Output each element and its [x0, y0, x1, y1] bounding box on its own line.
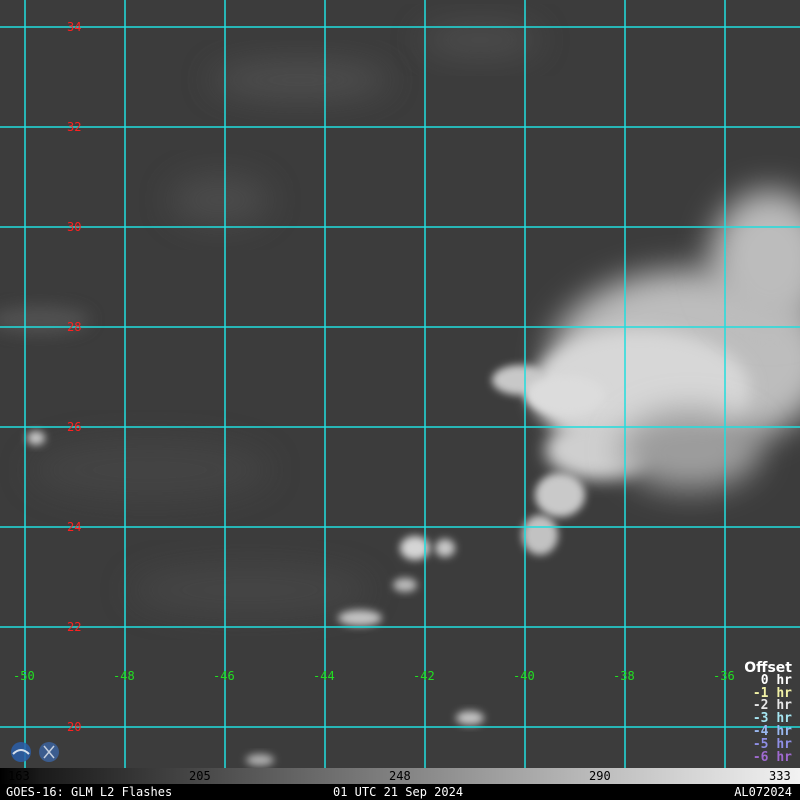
colorbar-tick: 163: [8, 769, 30, 783]
storm-id: AL072024: [734, 785, 792, 799]
latitude-label: 32: [67, 120, 81, 134]
satellite-viewer: 34 32 30 28 26 24 22 20 -50 -48 -46 -44 -42 -40 -38 -3…: [0, 0, 800, 800]
noaa-logo-icon: [11, 742, 59, 762]
colorbar-tick: 333: [769, 769, 791, 783]
product-name: GOES-16: GLM L2 Flashes: [6, 785, 173, 799]
latitude-label: 20: [67, 720, 81, 734]
colorbar-tick: 290: [589, 769, 611, 783]
latitude-label: 34: [67, 20, 81, 34]
status-bar: GOES-16: GLM L2 Flashes 01 UTC 21 Sep 20…: [0, 784, 800, 800]
offset-legend: Offset 0 hr -1 hr -2 hr -3 hr -4 hr -5 hr -6 h…: [744, 661, 792, 765]
colorbar-tick: 205: [189, 769, 211, 783]
satellite-map[interactable]: 34 32 30 28 26 24 22 20 -50 -48 -46 -44 -42 -40 -38 -3…: [0, 0, 800, 768]
latitude-label: 22: [67, 620, 81, 634]
latitude-label: 24: [67, 520, 81, 534]
colorbar-tick: 248: [389, 769, 411, 783]
longitude-label: -46: [213, 669, 235, 683]
brightness-temperature-colorbar: 163 205 248 290 333: [0, 768, 800, 784]
latitude-label: 26: [67, 420, 81, 434]
longitude-label: -50: [13, 669, 35, 683]
legend-item: -6 hr: [752, 749, 792, 765]
longitude-label: -38: [613, 669, 635, 683]
latitude-label: 30: [67, 220, 81, 234]
longitude-label: -48: [113, 669, 135, 683]
longitude-label: -36: [713, 669, 735, 683]
longitude-label: -40: [513, 669, 535, 683]
timestamp: 01 UTC 21 Sep 2024: [333, 785, 464, 799]
longitude-label: -42: [413, 669, 435, 683]
longitude-label: -44: [313, 669, 335, 683]
latitude-label: 28: [67, 320, 81, 334]
